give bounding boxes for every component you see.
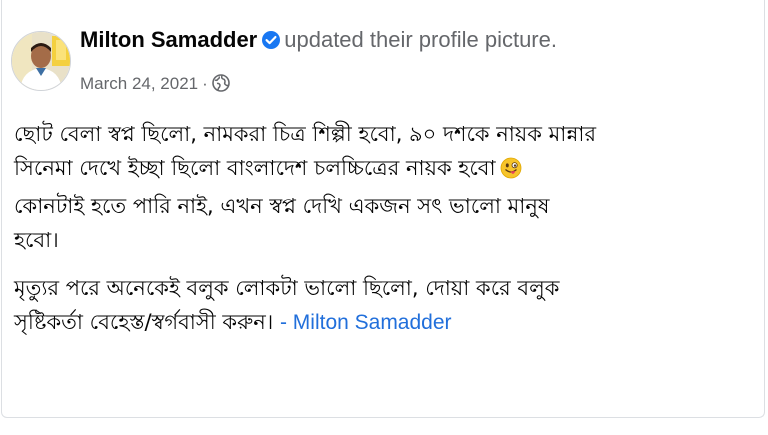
post-line: সৃষ্টিকর্তা বেহেস্ত/স্বর্গবাসী করুন। bbox=[14, 310, 274, 334]
post-paragraph-2: মৃত্যুর পরে অনেকেই বলুক লোকটা ভালো ছিলো,… bbox=[14, 271, 754, 340]
post-paragraph-1: ছোট বেলা স্বপ্ন ছিলো, নামকরা চিত্র শিল্প… bbox=[14, 117, 754, 257]
post-line: কোনটাই হতে পারি নাই, এখন স্বপ্ন দেখি একজ… bbox=[14, 194, 550, 218]
post-card: Milton Samadder updated their profile pi… bbox=[1, 0, 765, 418]
globe-icon[interactable] bbox=[212, 74, 230, 97]
post-line: হবো। bbox=[14, 228, 59, 252]
post-header: Milton Samadder updated their profile pi… bbox=[11, 27, 764, 107]
signature-link[interactable]: - Milton Samadder bbox=[280, 311, 452, 334]
post-line: মৃত্যুর পরে অনেকেই বলুক লোকটা ভালো ছিলো,… bbox=[14, 276, 560, 300]
meta-separator: · bbox=[202, 74, 208, 93]
post-body: ছোট বেলা স্বপ্ন ছিলো, নামকরা চিত্র শিল্প… bbox=[14, 117, 754, 340]
post-line: ছোট বেলা স্বপ্ন ছিলো, নামকরা চিত্র শিল্প… bbox=[14, 122, 597, 146]
profile-avatar[interactable] bbox=[11, 31, 71, 91]
post-action-text: updated their profile picture. bbox=[284, 27, 557, 52]
winking-face-with-tongue-emoji bbox=[500, 155, 522, 189]
post-meta: March 24, 2021 · bbox=[80, 74, 230, 97]
post-line: সিনেমা দেখে ইচ্ছা ছিলো বাংলাদেশ চলচ্চিত্… bbox=[14, 156, 496, 180]
verified-badge-icon bbox=[261, 30, 281, 56]
post-date[interactable]: March 24, 2021 bbox=[80, 74, 198, 93]
post-title-line: Milton Samadder updated their profile pi… bbox=[80, 27, 557, 56]
author-name[interactable]: Milton Samadder bbox=[80, 27, 257, 52]
